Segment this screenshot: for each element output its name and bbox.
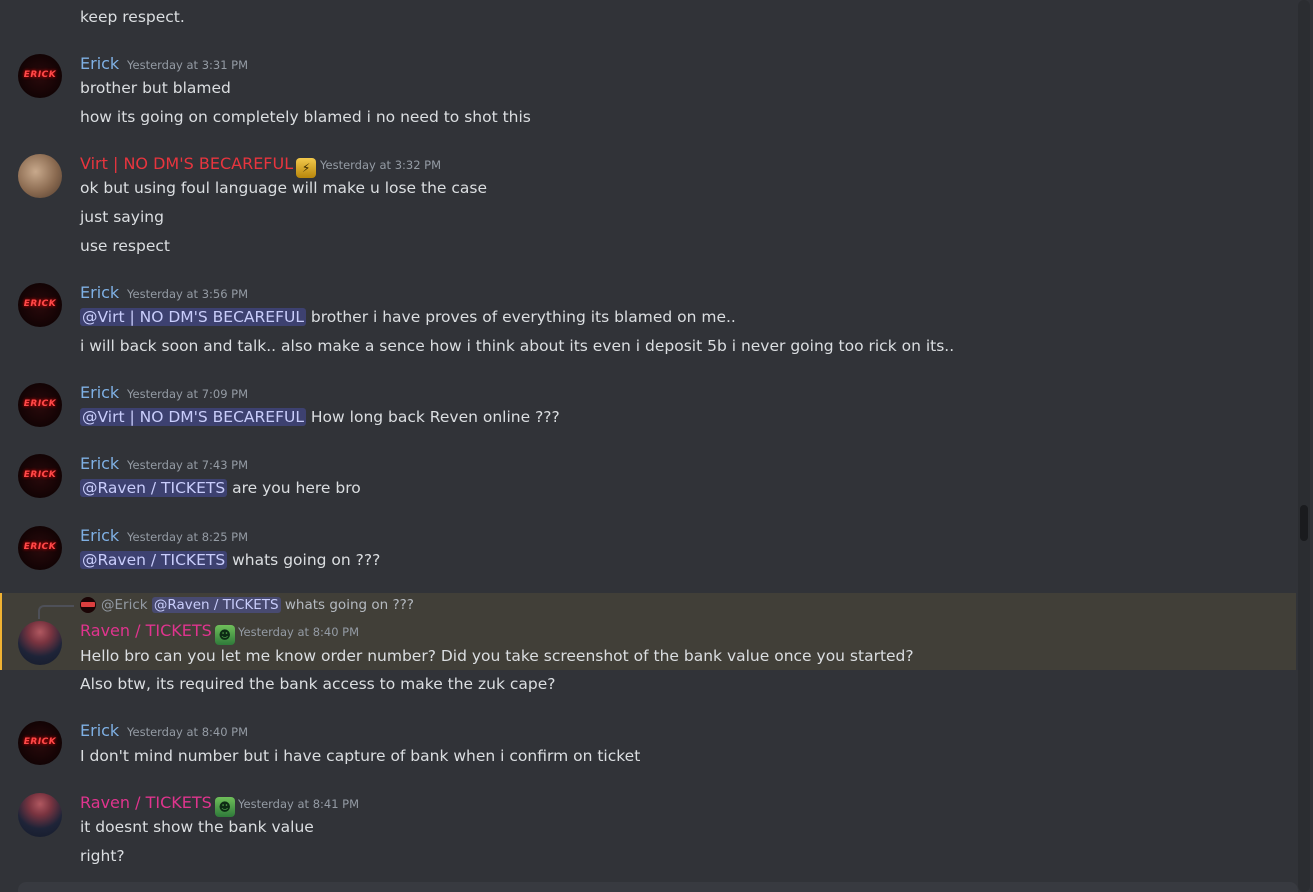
message-line: Hello bro can you let me know order numb…	[80, 647, 914, 665]
timestamp: Yesterday at 8:40 PM	[238, 625, 360, 639]
gold-badge-icon: ⚡	[296, 158, 317, 178]
message-line: @Virt | NO DM'S BECAREFUL How long back …	[80, 407, 560, 427]
message-text: brother i have proves of everything its …	[310, 308, 736, 326]
message-text: are you here bro	[232, 479, 361, 497]
user-mention[interactable]: @Virt | NO DM'S BECAREFUL	[80, 308, 306, 326]
avatar[interactable]	[18, 621, 62, 665]
reply-avatar[interactable]	[80, 597, 96, 613]
message-line: @Raven / TICKETS are you here bro	[80, 478, 361, 498]
chat-message-list: keep respect. ERICK Erick Yesterday at 3…	[0, 0, 1313, 892]
username[interactable]: Erick	[80, 383, 119, 403]
reply-preview[interactable]: @Erick @Raven / TICKETS whats going on ?…	[101, 595, 414, 615]
avatar-logo: ERICK	[23, 299, 57, 309]
message-line: i will back soon and talk.. also make a …	[80, 337, 955, 355]
reply-connector	[38, 605, 74, 619]
avatar-logo: ERICK	[23, 737, 57, 747]
message-text: How long back Reven online ???	[310, 408, 560, 426]
avatar[interactable]: ERICK	[18, 383, 62, 427]
message-line: how its going on completely blamed i no …	[80, 108, 531, 126]
user-mention[interactable]: @Raven / TICKETS	[80, 479, 228, 497]
reply-mention: @Raven / TICKETS	[151, 597, 281, 613]
message-line: it doesnt show the bank value	[80, 818, 314, 836]
message-line: @Raven / TICKETS whats going on ???	[80, 550, 380, 570]
timestamp: Yesterday at 8:41 PM	[238, 797, 360, 811]
message-line: keep respect.	[80, 8, 185, 26]
avatar[interactable]: ERICK	[18, 454, 62, 498]
timestamp: Yesterday at 7:43 PM	[127, 458, 249, 472]
scrollbar-track[interactable]	[1298, 0, 1310, 892]
user-mention[interactable]: @Raven / TICKETS	[80, 551, 228, 569]
username[interactable]: Erick	[80, 454, 119, 474]
username-group[interactable]: Raven / TICKETS ☻	[80, 621, 237, 645]
avatar[interactable]	[18, 154, 62, 198]
message-line: I don't mind number but i have capture o…	[80, 747, 641, 765]
username[interactable]: Erick	[80, 283, 119, 303]
avatar[interactable]: ERICK	[18, 54, 62, 98]
message-line: right?	[80, 847, 125, 865]
avatar-logo: ERICK	[23, 70, 57, 80]
timestamp: Yesterday at 3:56 PM	[127, 287, 249, 301]
message-line: just saying	[80, 208, 164, 226]
user-mention[interactable]: @Virt | NO DM'S BECAREFUL	[80, 408, 306, 426]
message-line: Also btw, its required the bank access t…	[80, 675, 556, 693]
username[interactable]: Erick	[80, 721, 119, 741]
avatar-logo: ERICK	[23, 542, 57, 552]
pepe-emoji-icon: ☻	[214, 797, 235, 817]
message-composer[interactable]	[18, 882, 1298, 892]
avatar-logo: ERICK	[23, 399, 57, 409]
username-group[interactable]: Raven / TICKETS ☻	[80, 793, 237, 817]
reply-avatar-logo	[81, 602, 95, 607]
message-line: use respect	[80, 237, 170, 255]
pepe-emoji-icon: ☻	[214, 625, 235, 645]
message-line: ok but using foul language will make u l…	[80, 179, 488, 197]
timestamp: Yesterday at 3:31 PM	[127, 58, 249, 72]
timestamp: Yesterday at 7:09 PM	[127, 387, 249, 401]
message-line: @Virt | NO DM'S BECAREFUL brother i have…	[80, 307, 736, 327]
username[interactable]: Erick	[80, 526, 119, 546]
scrollbar-thumb[interactable]	[1300, 505, 1308, 541]
username[interactable]: Virt | NO DM'S BECAREFUL	[80, 154, 293, 173]
avatar[interactable]: ERICK	[18, 283, 62, 327]
username[interactable]: Raven / TICKETS	[80, 621, 212, 640]
avatar-logo: ERICK	[23, 470, 57, 480]
username[interactable]: Raven / TICKETS	[80, 793, 212, 812]
avatar[interactable]: ERICK	[18, 721, 62, 765]
message-text: whats going on ???	[232, 551, 381, 569]
username[interactable]: Erick	[80, 54, 119, 74]
reply-text: whats going on ???	[284, 597, 414, 613]
avatar[interactable]	[18, 793, 62, 837]
mention-highlight-bar	[0, 593, 2, 670]
timestamp: Yesterday at 8:40 PM	[127, 725, 249, 739]
message-line: brother but blamed	[80, 79, 231, 97]
timestamp: Yesterday at 8:25 PM	[127, 530, 249, 544]
avatar[interactable]: ERICK	[18, 526, 62, 570]
timestamp: Yesterday at 3:32 PM	[320, 158, 442, 172]
reply-username[interactable]: @Erick	[101, 597, 148, 613]
username-group[interactable]: Virt | NO DM'S BECAREFUL ⚡	[80, 154, 318, 178]
